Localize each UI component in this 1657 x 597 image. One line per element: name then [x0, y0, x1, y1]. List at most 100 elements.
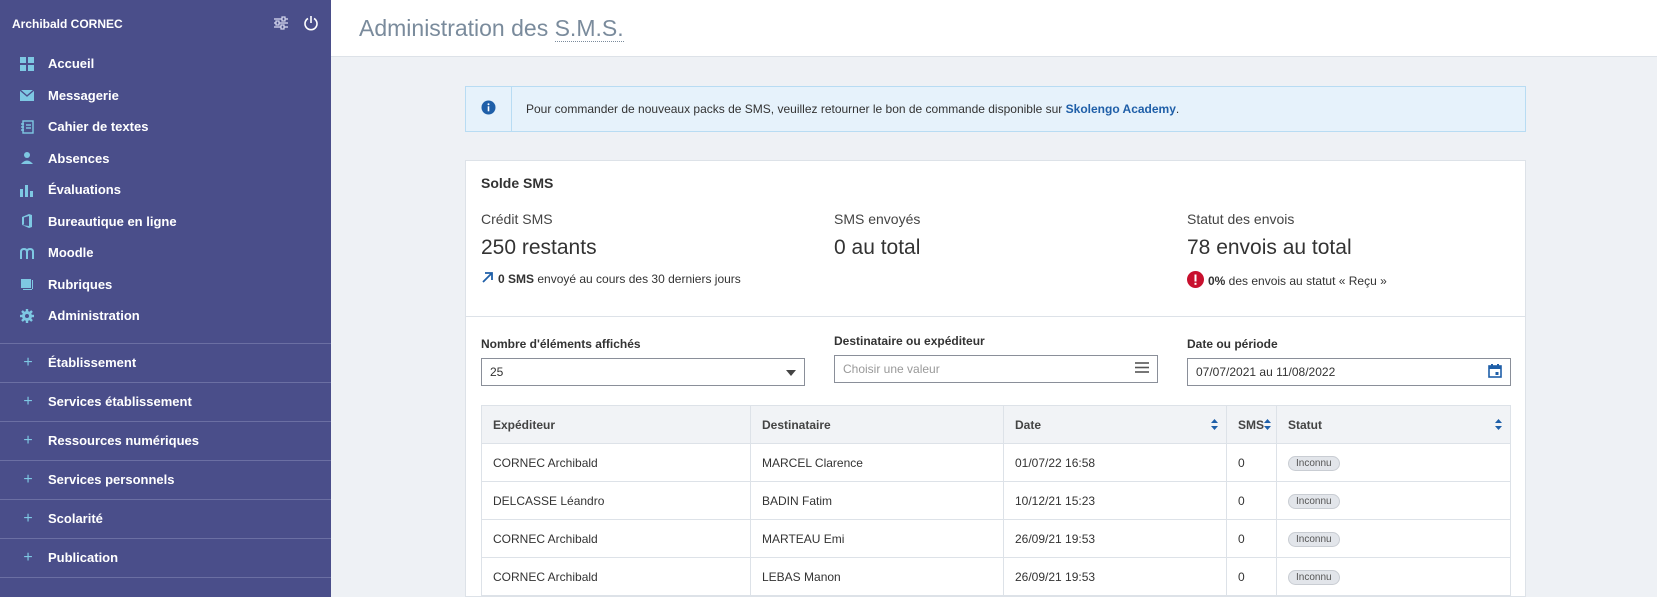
nav-divider	[0, 332, 331, 344]
cell-sms: 0	[1226, 557, 1277, 596]
cell-date: 10/12/21 15:23	[1003, 481, 1227, 520]
section-ressources-numeriques[interactable]: + Ressources numériques	[0, 422, 331, 461]
col-expediteur: Expéditeur	[481, 405, 751, 444]
stat-status: Statut des envois 78 envois au total 0% …	[1187, 211, 1527, 291]
info-banner: Pour commander de nouveaux packs de SMS,…	[465, 86, 1526, 132]
plus-icon: +	[23, 509, 33, 527]
skolengo-academy-link[interactable]: Skolengo Academy	[1066, 102, 1176, 116]
section-label: Établissement	[48, 355, 137, 370]
section-publication[interactable]: + Publication	[0, 539, 331, 578]
sms-balance-card: Solde SMS Crédit SMS 250 restants 0 SMS …	[465, 160, 1526, 597]
status-badge: Inconnu	[1288, 531, 1340, 547]
nav-item-messagerie[interactable]: Messagerie	[0, 80, 331, 112]
main-nav: Accueil Messagerie Cahier de textes Abse…	[0, 48, 331, 332]
table-row[interactable]: CORNEC Archibald LEBAS Manon 26/09/21 19…	[481, 557, 1511, 596]
mail-icon	[19, 87, 35, 103]
cell-status: Inconnu	[1276, 557, 1511, 596]
recipient-select[interactable]: Choisir une valeur	[834, 355, 1158, 383]
stats-divider	[466, 316, 1525, 317]
nav-item-administration[interactable]: Administration	[0, 300, 331, 332]
cell-date: 26/09/21 19:53	[1003, 519, 1227, 558]
user-name: Archibald CORNEC	[12, 17, 123, 31]
stat-value: 78 envois au total	[1187, 236, 1352, 259]
section-label: Publication	[48, 550, 119, 565]
date-range-value: 07/07/2021 au 11/08/2022	[1196, 365, 1336, 379]
nav-item-cahier-de-textes[interactable]: Cahier de textes	[0, 111, 331, 143]
cell-status: Inconnu	[1276, 443, 1511, 482]
section-services-personnels[interactable]: + Services personnels	[0, 461, 331, 500]
plus-icon: +	[23, 353, 33, 371]
dashboard-icon	[19, 56, 35, 72]
stat-note-text: des envois au statut « Reçu »	[1225, 274, 1387, 288]
card-title: Solde SMS	[481, 175, 554, 191]
count-select-value: 25	[490, 365, 504, 379]
cell-sms: 0	[1226, 519, 1277, 558]
nav-label: Moodle	[48, 245, 94, 261]
date-range-input[interactable]: 07/07/2021 au 11/08/2022	[1187, 358, 1511, 386]
info-icon-cell	[466, 87, 512, 131]
stat-label: Crédit SMS	[481, 211, 553, 227]
col-label: Expéditeur	[493, 417, 556, 432]
col-destinataire: Destinataire	[750, 405, 1004, 444]
page-title-abbr: S.M.S.	[554, 14, 624, 42]
col-label: Destinataire	[762, 417, 831, 432]
nav-item-rubriques[interactable]: Rubriques	[0, 269, 331, 301]
nav-label: Administration	[48, 308, 140, 324]
nav-item-evaluations[interactable]: Évaluations	[0, 174, 331, 206]
table-row[interactable]: DELCASSE Léandro BADIN Fatim 10/12/21 15…	[481, 481, 1511, 520]
stat-note-bold: 0 SMS	[498, 272, 535, 286]
stat-note-text: envoyé au cours des 30 derniers jours	[534, 272, 741, 286]
moodle-icon	[19, 245, 35, 261]
gear-icon	[19, 308, 35, 324]
nav-label: Cahier de textes	[48, 119, 149, 135]
sort-icon	[1264, 419, 1271, 433]
settings-sliders-icon[interactable]	[273, 15, 289, 33]
sort-icon	[1495, 419, 1502, 433]
cell-recipient: BADIN Fatim	[750, 481, 1004, 520]
section-label: Ressources numériques	[48, 433, 200, 448]
nav-item-accueil[interactable]: Accueil	[0, 48, 331, 80]
status-badge: Inconnu	[1288, 493, 1340, 509]
list-icon	[1135, 362, 1149, 376]
count-select[interactable]: 25	[481, 358, 805, 386]
filter-label: Destinataire ou expéditeur	[834, 334, 985, 348]
stat-value: 0 au total	[834, 236, 921, 259]
stat-note: 0% des envois au statut « Reçu »	[1187, 271, 1527, 291]
filter-count: Nombre d'éléments affichés 25	[481, 337, 805, 386]
info-message: Pour commander de nouveaux packs de SMS,…	[526, 102, 1066, 116]
section-services-etablissement[interactable]: + Services établissement	[0, 383, 331, 422]
cell-recipient: MARTEAU Emi	[750, 519, 1004, 558]
notebook-icon	[19, 119, 35, 135]
nav-label: Rubriques	[48, 276, 113, 292]
cell-recipient: LEBAS Manon	[750, 557, 1004, 596]
nav-item-moodle[interactable]: Moodle	[0, 237, 331, 269]
table-row[interactable]: CORNEC Archibald MARTEAU Emi 26/09/21 19…	[481, 519, 1511, 558]
section-label: Scolarité	[48, 511, 103, 526]
cell-date: 26/09/21 19:53	[1003, 557, 1227, 596]
filter-label: Nombre d'éléments affichés	[481, 337, 641, 351]
plus-icon: +	[23, 548, 33, 566]
section-scolarite[interactable]: + Scolarité	[0, 500, 331, 539]
info-suffix: .	[1175, 102, 1180, 116]
cell-sender: DELCASSE Léandro	[481, 481, 751, 520]
col-date[interactable]: Date	[1003, 405, 1227, 444]
col-sms[interactable]: SMS	[1226, 405, 1277, 444]
nav-item-absences[interactable]: Absences	[0, 143, 331, 175]
section-etablissement[interactable]: + Établissement	[0, 344, 331, 383]
col-label: SMS	[1238, 417, 1265, 432]
stat-credit: Crédit SMS 250 restants 0 SMS envoyé au …	[481, 211, 821, 287]
col-label: Date	[1015, 417, 1042, 432]
power-icon[interactable]	[303, 15, 319, 34]
calendar-icon[interactable]	[1488, 363, 1502, 381]
info-text: Pour commander de nouveaux packs de SMS,…	[512, 102, 1179, 116]
table-row[interactable]: CORNEC Archibald MARCEL Clarence 01/07/2…	[481, 443, 1511, 482]
sms-table: Expéditeur Destinataire Date SMS Statut …	[481, 405, 1511, 596]
col-statut[interactable]: Statut	[1276, 405, 1511, 444]
sidebar: Archibald CORNEC Accueil Messagerie Cahi…	[0, 0, 331, 597]
col-label: Statut	[1288, 417, 1322, 432]
nav-label: Bureautique en ligne	[48, 213, 177, 229]
nav-label: Absences	[48, 150, 110, 166]
plus-icon: +	[23, 431, 33, 449]
caret-down-icon	[786, 365, 796, 379]
nav-item-bureautique[interactable]: Bureautique en ligne	[0, 206, 331, 238]
